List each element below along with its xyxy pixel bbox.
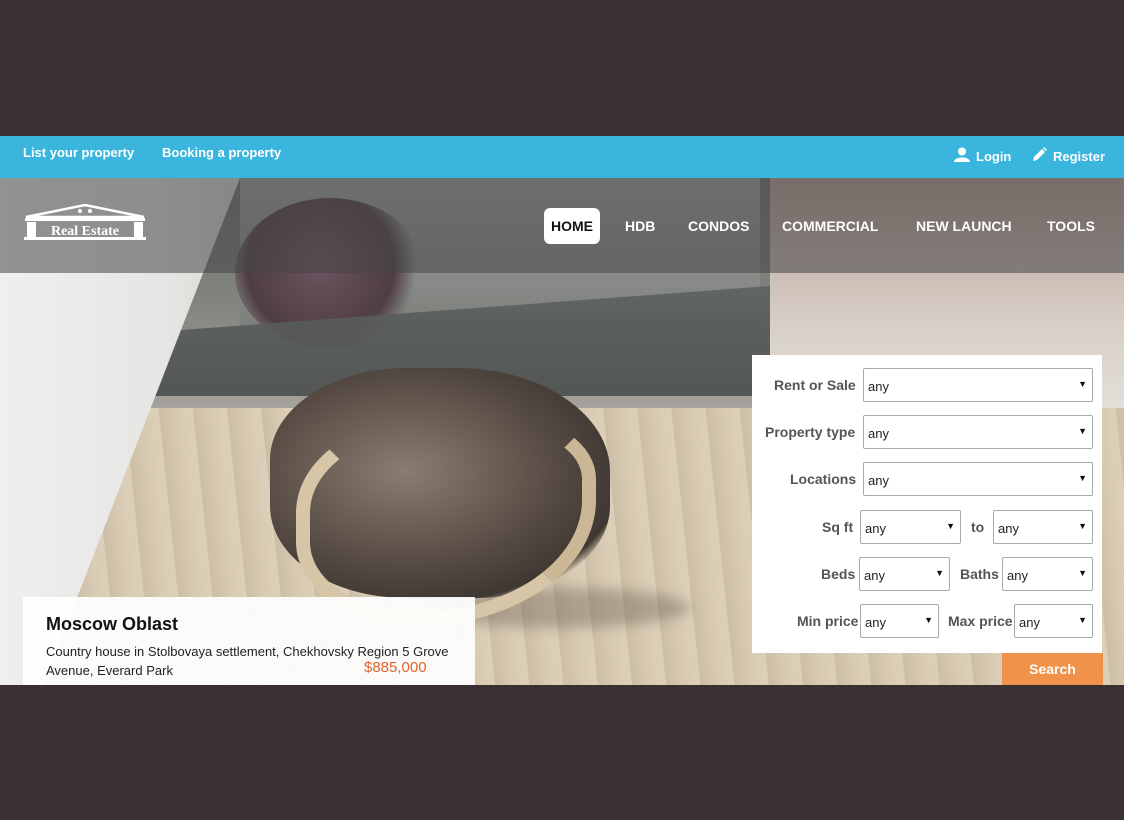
pencil-icon — [1033, 146, 1047, 161]
login-link[interactable]: Login — [954, 136, 1011, 178]
min-price-label: Min price — [797, 613, 859, 629]
property-title: Moscow Oblast — [46, 614, 179, 634]
property-price: $885,000 — [364, 659, 427, 676]
top-bar: List your property Booking a property Lo… — [0, 136, 1124, 178]
sqft-to-label: to — [971, 519, 985, 535]
chevron-down-icon: ▼ — [1078, 615, 1087, 625]
nav-item-new-launch[interactable]: NEW LAUNCH — [916, 208, 1012, 244]
real-estate-logo[interactable]: Real Estate — [22, 202, 148, 244]
property-search-panel: Rent or Sale any ▼ Property type any ▼ L… — [752, 355, 1102, 653]
user-icon — [954, 147, 970, 162]
chevron-down-icon: ▼ — [924, 615, 933, 625]
list-property-link[interactable]: List your property — [23, 136, 134, 178]
register-label: Register — [1053, 149, 1106, 164]
property-type-select[interactable]: any ▼ — [863, 415, 1093, 449]
featured-property-card[interactable]: Moscow Oblast Country house in Stolbovay… — [23, 597, 475, 685]
beds-label: Beds — [821, 566, 856, 582]
sqft-label: Sq ft — [822, 519, 854, 535]
sqft-from-select[interactable]: any ▼ — [860, 510, 961, 544]
max-price-select[interactable]: any ▼ — [1014, 604, 1093, 638]
chevron-down-icon: ▼ — [1078, 568, 1087, 578]
chevron-down-icon: ▼ — [1078, 379, 1087, 389]
max-price-label: Max price — [948, 613, 1013, 629]
booking-property-link[interactable]: Booking a property — [162, 136, 281, 178]
register-link[interactable]: Register — [1032, 136, 1105, 178]
nav-item-tools[interactable]: TOOLS — [1047, 208, 1095, 244]
nav-item-hdb[interactable]: HDB — [625, 208, 655, 244]
chevron-down-icon: ▼ — [946, 521, 955, 531]
nav-item-home[interactable]: HOME — [544, 208, 600, 244]
rent-or-sale-label: Rent or Sale — [774, 377, 856, 393]
logo-text: Real Estate — [51, 224, 119, 239]
baths-select[interactable]: any ▼ — [1002, 557, 1093, 591]
login-label: Login — [976, 149, 1012, 164]
nav-item-commercial[interactable]: COMMERCIAL — [782, 208, 878, 244]
chevron-down-icon: ▼ — [1078, 473, 1087, 483]
page-frame: List your property Booking a property Lo… — [0, 136, 1124, 685]
chevron-down-icon: ▼ — [1078, 521, 1087, 531]
min-price-select[interactable]: any ▼ — [860, 604, 939, 638]
search-button[interactable]: Search — [1002, 653, 1103, 685]
baths-label: Baths — [960, 566, 999, 582]
locations-label: Locations — [790, 471, 857, 487]
property-type-label: Property type — [765, 424, 856, 440]
rent-or-sale-select[interactable]: any ▼ — [863, 368, 1093, 402]
chevron-down-icon: ▼ — [935, 568, 944, 578]
main-navbar: Real Estate HOME HDB CONDOS COMMERCIAL N… — [0, 178, 1124, 273]
chevron-down-icon: ▼ — [1078, 426, 1087, 436]
nav-item-condos[interactable]: CONDOS — [688, 208, 749, 244]
locations-select[interactable]: any ▼ — [863, 462, 1093, 496]
beds-select[interactable]: any ▼ — [859, 557, 950, 591]
sqft-to-select[interactable]: any ▼ — [993, 510, 1093, 544]
